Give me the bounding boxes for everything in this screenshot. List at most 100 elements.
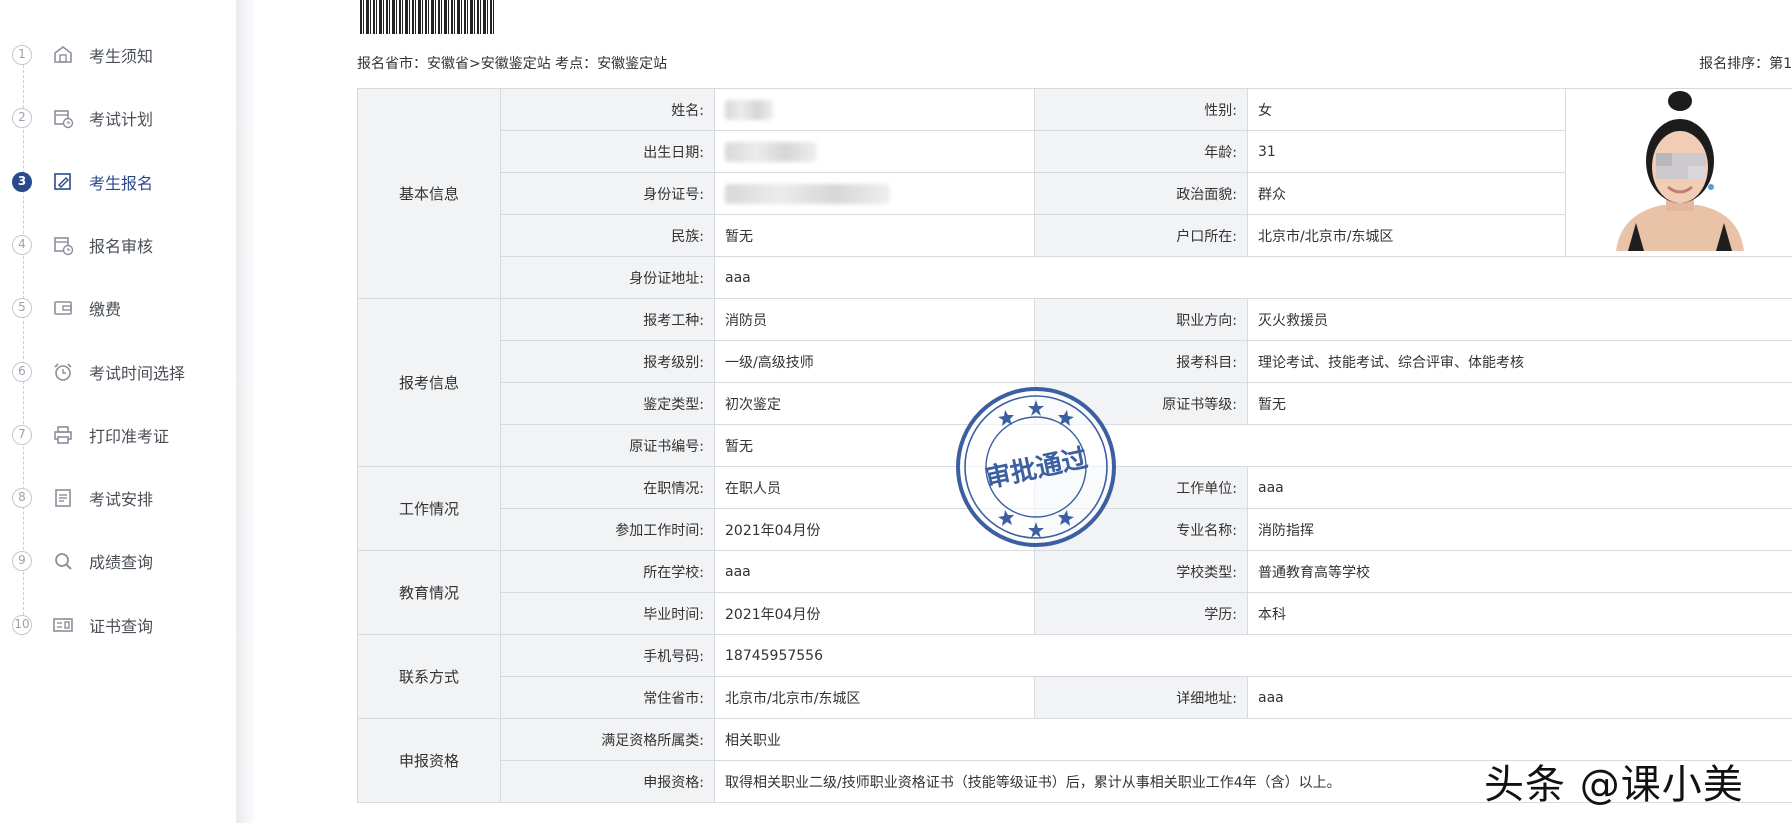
table-row: 联系方式 手机号码: 18745957556 (357, 634, 1792, 719)
residence-value: 北京市/北京市/东城区 (714, 676, 1035, 719)
photo-cell (1565, 88, 1792, 257)
sidebar-divider (236, 0, 254, 823)
school-value: aaa (714, 550, 1035, 593)
employ-label: 在职情况: (500, 466, 715, 509)
step-label: 证书查询 (89, 616, 154, 636)
phone-value: 18745957556 (714, 634, 1792, 677)
direction-label: 职业方向: (1034, 298, 1248, 341)
id-value (714, 172, 1035, 215)
barcode (360, 0, 496, 34)
step-label: 成绩查询 (89, 553, 154, 573)
employer-value: aaa (1247, 466, 1792, 509)
ethnic-value: 暂无 (714, 214, 1035, 257)
age-value: 31 (1247, 130, 1566, 173)
exam-location-info: 报名省市：安徽省>安徽鉴定站 考点：安徽鉴定站 (357, 56, 668, 72)
redacted-id (725, 183, 890, 204)
section-qualification-info: 申报资格 (357, 718, 501, 803)
step-number: 7 (12, 424, 32, 445)
address-label: 详细地址: (1034, 676, 1248, 719)
birth-value (714, 130, 1035, 173)
step-number: 4 (12, 234, 32, 255)
gender-value: 女 (1247, 88, 1566, 131)
major-value: 消防指挥 (1247, 508, 1792, 551)
step-item-1[interactable]: 1 考生须知 (0, 35, 236, 75)
subjects-label: 报考科目: (1034, 340, 1248, 383)
direction-value: 灭火救援员 (1247, 298, 1792, 341)
step-number: 10 (12, 614, 32, 635)
political-value: 群众 (1247, 172, 1566, 215)
step-number: 5 (12, 298, 32, 319)
step-number: 6 (12, 361, 32, 382)
step-number: 1 (12, 45, 32, 65)
job-type-value: 消防员 (714, 298, 1035, 341)
search-icon (52, 550, 74, 572)
edit-form-icon (52, 171, 74, 193)
grad-value: 2021年04月份 (714, 592, 1035, 635)
document-list-icon (52, 487, 74, 509)
age-label: 年龄: (1034, 130, 1248, 173)
qual-category-label: 满足资格所属类: (500, 718, 715, 761)
residence-label: 常住省市: (500, 676, 715, 719)
assess-type-label: 鉴定类型: (500, 382, 715, 425)
address-value: aaa (1247, 676, 1792, 719)
step-item-2[interactable]: 2 考试计划 (0, 98, 236, 138)
school-label: 所在学校: (500, 550, 715, 593)
calendar-clock-icon (52, 107, 74, 129)
section-work-info: 工作情况 (357, 466, 501, 551)
step-item-7[interactable]: 7 打印准考证 (0, 415, 236, 455)
step-label: 考生须知 (89, 47, 154, 66)
id-label: 身份证号: (500, 172, 715, 215)
house-icon (52, 44, 74, 66)
steps-connector (23, 55, 24, 625)
hukou-label: 户口所在: (1034, 214, 1248, 257)
name-label: 姓名: (500, 88, 715, 131)
step-label: 打印准考证 (89, 426, 170, 446)
step-label: 缴费 (89, 300, 122, 320)
step-item-8[interactable]: 8 考试安排 (0, 478, 236, 518)
registration-rank: 报名排序：第1 (1699, 56, 1792, 72)
step-label: 报名审核 (89, 236, 154, 256)
step-number: 9 (12, 551, 32, 572)
school-type-label: 学校类型: (1034, 550, 1248, 593)
degree-value: 本科 (1247, 592, 1792, 635)
table-row: 身份证地址: aaa (358, 256, 1792, 299)
table-row: 教育情况 所在学校: aaa 学校类型: 普通教育高等学校 (357, 550, 1792, 635)
step-item-4[interactable]: 4 报名审核 (0, 225, 236, 265)
printer-icon (52, 424, 74, 446)
orig-cert-no-label: 原证书编号: (500, 424, 715, 467)
table-row: 常住省市: 北京市/北京市/东城区 详细地址: aaa (358, 676, 1792, 719)
calendar-clock-icon (52, 234, 74, 256)
id-address-label: 身份证地址: (500, 256, 715, 299)
step-number: 8 (12, 488, 32, 509)
sidebar: 1 考生须知 2 考试计划 3 考生报名 4 报名审核 5 缴费 6 考试时间选择 7 打印准考证 8 考试安… (0, 0, 236, 823)
qualification-label: 申报资格: (500, 760, 715, 803)
step-item-3[interactable]: 3 考生报名 (0, 162, 236, 202)
section-basic-info: 基本信息 (357, 88, 501, 299)
step-label: 考试计划 (89, 110, 154, 130)
job-type-label: 报考工种: (500, 298, 715, 341)
level-value: 一级/高级技师 (714, 340, 1035, 383)
table-row: 毕业时间: 2021年04月份 学历: 本科 (358, 592, 1792, 635)
step-number: 3 (12, 171, 32, 192)
political-label: 政治面貌: (1034, 172, 1248, 215)
step-item-10[interactable]: 10 证书查询 (0, 605, 236, 645)
table-row: 报考级别: 一级/高级技师 报考科目: 理论考试、技能考试、综合评审、体能考核 (358, 340, 1792, 383)
hukou-value: 北京市/北京市/东城区 (1247, 214, 1566, 257)
step-label: 考试时间选择 (89, 363, 186, 383)
work-start-label: 参加工作时间: (500, 508, 715, 551)
step-label: 考生报名 (89, 173, 154, 193)
degree-label: 学历: (1034, 592, 1248, 635)
step-item-5[interactable]: 5 缴费 (0, 288, 236, 328)
school-type-value: 普通教育高等学校 (1247, 550, 1792, 593)
step-item-6[interactable]: 6 考试时间选择 (0, 352, 236, 392)
watermark: 头条 @课小美 (1484, 762, 1744, 808)
subjects-value: 理论考试、技能考试、综合评审、体能考核 (1247, 340, 1792, 383)
name-value (714, 88, 1035, 131)
section-education-info: 教育情况 (357, 550, 501, 635)
orig-cert-no-value: 暂无 (714, 424, 1792, 467)
certificate-icon (52, 614, 74, 636)
table-row: 基本信息 姓名: 性别: 女 (357, 88, 1792, 299)
step-item-9[interactable]: 9 成绩查询 (0, 541, 236, 581)
section-contact-info: 联系方式 (357, 634, 501, 719)
phone-label: 手机号码: (500, 634, 715, 677)
